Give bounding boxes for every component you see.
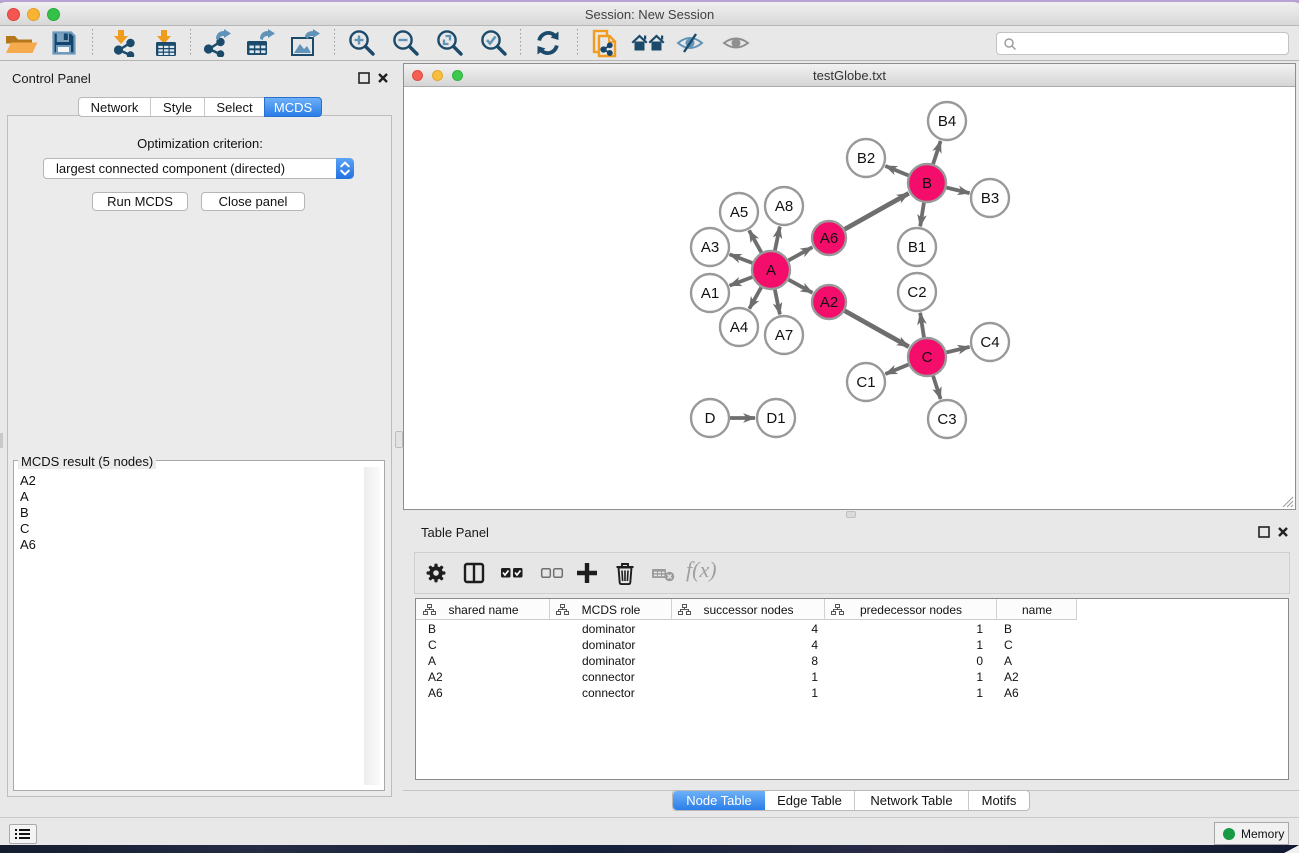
svg-text:A7: A7	[775, 327, 793, 344]
svg-text:B2: B2	[857, 150, 875, 167]
svg-text:B: B	[922, 175, 932, 192]
svg-text:A8: A8	[775, 198, 793, 215]
svg-text:D: D	[705, 410, 716, 427]
svg-text:C4: C4	[980, 334, 999, 351]
svg-text:B4: B4	[938, 113, 956, 130]
svg-text:A: A	[766, 262, 776, 279]
svg-text:A6: A6	[820, 230, 838, 247]
svg-text:B1: B1	[908, 239, 926, 256]
svg-text:A2: A2	[820, 294, 838, 311]
svg-text:C: C	[922, 349, 933, 366]
svg-text:A4: A4	[730, 319, 748, 336]
svg-text:C2: C2	[907, 284, 926, 301]
svg-text:C3: C3	[937, 411, 956, 428]
svg-text:A5: A5	[730, 204, 748, 221]
svg-text:A1: A1	[701, 285, 719, 302]
svg-text:C1: C1	[856, 374, 875, 391]
svg-text:A3: A3	[701, 239, 719, 256]
svg-text:D1: D1	[766, 410, 785, 427]
svg-text:B3: B3	[981, 190, 999, 207]
